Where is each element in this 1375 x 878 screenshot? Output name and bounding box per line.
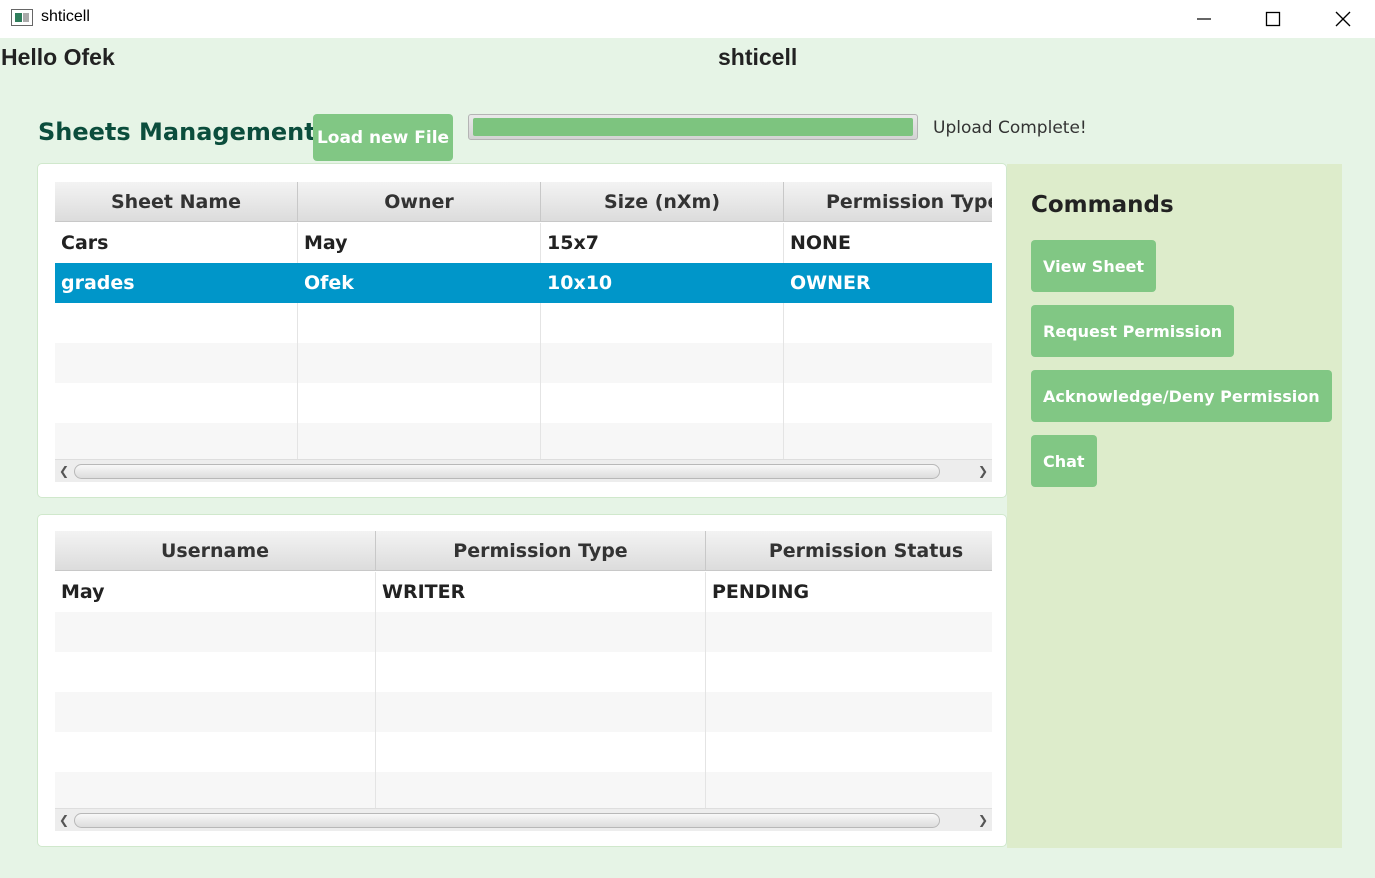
commands-title: Commands (1031, 192, 1174, 218)
table-cell (784, 303, 992, 343)
empty-table-row[interactable] (55, 423, 992, 463)
table-cell (55, 652, 376, 692)
chat-button[interactable]: Chat (1031, 435, 1097, 487)
view-sheet-button[interactable]: View Sheet (1031, 240, 1157, 292)
scroll-thumb[interactable] (74, 813, 940, 828)
minimize-icon (1197, 18, 1211, 20)
sheets-table-hscrollbar[interactable]: ❮ ❯ (55, 459, 992, 482)
table-cell (541, 343, 784, 383)
table-cell (541, 383, 784, 423)
table-cell: Ofek (298, 263, 541, 303)
table-cell: PENDING (712, 581, 810, 603)
app-icon (11, 9, 33, 26)
commands-panel: Commands View Sheet Request Permission A… (1007, 164, 1342, 848)
table-cell (376, 612, 706, 652)
table-row[interactable]: Cars May 15x7 NONE (55, 223, 992, 263)
table-cell (55, 692, 376, 732)
table-cell (55, 383, 298, 423)
table-cell: May (55, 572, 376, 612)
chevron-right-icon[interactable]: ❯ (976, 464, 990, 478)
column-header-permission-status[interactable]: Permission Status (706, 531, 992, 571)
chevron-right-icon[interactable]: ❯ (976, 813, 990, 827)
table-cell (376, 652, 706, 692)
table-cell (706, 772, 992, 812)
table-cell (541, 303, 784, 343)
table-cell: OWNER (790, 272, 871, 294)
column-header-sheet-name[interactable]: Sheet Name (55, 182, 298, 222)
empty-table-row[interactable] (55, 303, 992, 343)
table-cell (55, 612, 376, 652)
table-cell (55, 772, 376, 812)
sheets-table: Sheet Name Owner Size (nXm) Permission T… (55, 182, 992, 482)
table-row[interactable]: May WRITER PENDING (55, 572, 992, 612)
permissions-table-header: Username Permission Type Permission Stat… (55, 531, 992, 571)
table-cell (298, 343, 541, 383)
table-cell (55, 303, 298, 343)
permissions-panel: Username Permission Type Permission Stat… (37, 514, 1007, 847)
table-cell (784, 383, 992, 423)
sheets-table-body: Cars May 15x7 NONE grades Ofek 10x10 OWNER (55, 223, 992, 463)
empty-table-row[interactable] (55, 692, 992, 732)
table-cell (298, 383, 541, 423)
table-cell (706, 732, 992, 772)
table-cell (376, 732, 706, 772)
chevron-left-icon[interactable]: ❮ (57, 813, 71, 827)
upload-status-label: Upload Complete! (933, 118, 1087, 138)
table-cell: May (298, 223, 541, 263)
minimize-button[interactable] (1181, 0, 1227, 38)
empty-table-row[interactable] (55, 343, 992, 383)
column-header-size[interactable]: Size (nXm) (541, 182, 784, 222)
permissions-table-hscrollbar[interactable]: ❮ ❯ (55, 808, 992, 831)
table-row[interactable]: grades Ofek 10x10 OWNER (55, 263, 992, 303)
load-new-file-button[interactable]: Load new File (313, 114, 453, 161)
empty-table-row[interactable] (55, 772, 992, 812)
table-cell (706, 612, 992, 652)
column-header-username[interactable]: Username (55, 531, 376, 571)
table-cell: 10x10 (541, 263, 784, 303)
table-cell: NONE (790, 232, 851, 254)
table-cell: WRITER (376, 572, 706, 612)
title-bar: shticell (0, 0, 1375, 38)
table-cell (298, 303, 541, 343)
close-icon (1335, 11, 1351, 27)
window-title: shticell (41, 8, 90, 25)
chevron-left-icon[interactable]: ❮ (57, 464, 71, 478)
upload-progress-fill (473, 118, 913, 136)
upload-progress-bar (468, 114, 918, 140)
greeting-label: Hello Ofek (1, 44, 115, 70)
table-cell (55, 732, 376, 772)
empty-table-row[interactable] (55, 652, 992, 692)
app-heading: shticell (718, 44, 798, 70)
column-header-permission-type[interactable]: Permission Type (376, 531, 706, 571)
empty-table-row[interactable] (55, 732, 992, 772)
close-button[interactable] (1320, 0, 1366, 38)
table-cell: grades (55, 263, 298, 303)
table-cell (55, 343, 298, 383)
sheets-management-title: Sheets Management (38, 118, 316, 146)
table-cell (376, 772, 706, 812)
table-cell: 15x7 (541, 223, 784, 263)
column-header-owner[interactable]: Owner (298, 182, 541, 222)
table-cell (541, 423, 784, 463)
maximize-icon (1265, 11, 1281, 27)
request-permission-button[interactable]: Request Permission (1031, 305, 1235, 357)
empty-table-row[interactable] (55, 612, 992, 652)
acknowledge-deny-permission-button[interactable]: Acknowledge/Deny Permission (1031, 370, 1332, 422)
permissions-table-body: May WRITER PENDING (55, 572, 992, 812)
maximize-button[interactable] (1250, 0, 1296, 38)
table-cell: Cars (55, 223, 298, 263)
scroll-thumb[interactable] (74, 464, 940, 479)
column-header-permission-type[interactable]: Permission Type (784, 182, 992, 222)
table-cell (784, 343, 992, 383)
table-cell (298, 423, 541, 463)
table-cell (55, 423, 298, 463)
table-cell (784, 423, 992, 463)
permissions-table: Username Permission Type Permission Stat… (55, 531, 992, 831)
sheets-panel: Sheet Name Owner Size (nXm) Permission T… (37, 163, 1007, 498)
table-cell (706, 652, 992, 692)
empty-table-row[interactable] (55, 383, 992, 423)
table-cell (706, 692, 992, 732)
sheets-table-header: Sheet Name Owner Size (nXm) Permission T… (55, 182, 992, 222)
table-cell (376, 692, 706, 732)
